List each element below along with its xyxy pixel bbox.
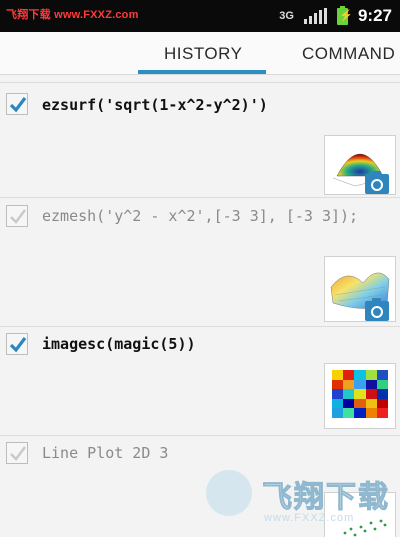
camera-icon[interactable] [365,298,389,321]
network-type-icon: 3G [279,10,294,22]
site-watermark: 飞翔下载 www.FXXZ.com [200,462,400,537]
list-separator [0,74,400,83]
watermark-url: www.FXXZ.com [264,512,355,524]
checkmark-icon [10,209,26,224]
history-item[interactable]: ezmesh('y^2 - x^2',[-3 3], [-3 3]); [0,198,400,327]
checkmark-icon [9,97,27,113]
checkmark-icon [9,337,27,353]
heatmap-thumbnail[interactable] [324,363,396,429]
history-item-checkbox[interactable] [6,333,28,355]
history-command: imagesc(magic(5)) [42,335,196,353]
mesh-plot-thumbnail[interactable] [324,256,396,322]
tab-bar: HISTORY COMMAND [0,32,400,75]
history-item[interactable]: imagesc(magic(5)) [0,327,400,436]
watermark-title: 飞翔下载 [262,481,390,515]
camera-icon[interactable] [365,171,389,194]
clock: 9:27 [357,6,392,25]
battery-charging-icon: ⚡ [336,5,353,25]
signal-strength-icon [303,8,327,24]
heatmap-grid [332,370,388,418]
history-item-checkbox[interactable] [6,205,28,227]
history-item-checkbox[interactable] [6,93,28,115]
history-item[interactable]: ezsurf('sqrt(1-x^2-y^2)') [0,83,400,198]
checkmark-icon [10,446,26,461]
tab-command[interactable]: COMMAND [302,44,395,64]
surface-plot-thumbnail[interactable] [324,135,396,195]
history-command: ezsurf('sqrt(1-x^2-y^2)') [42,96,268,114]
history-command: ezmesh('y^2 - x^2',[-3 3], [-3 3]); [42,207,359,225]
tab-history[interactable]: HISTORY [164,44,242,64]
history-command: Line Plot 2D 3 [42,444,169,462]
history-item-checkbox[interactable] [6,442,28,464]
watermark-text: 飞翔下载 www.FXXZ.com [6,9,139,21]
fxxz-logo-icon [206,470,252,516]
status-icons: 3G ⚡ 9:27 [279,4,392,28]
status-bar: 飞翔下载 www.FXXZ.com 3G ⚡ 9:27 [0,0,400,32]
